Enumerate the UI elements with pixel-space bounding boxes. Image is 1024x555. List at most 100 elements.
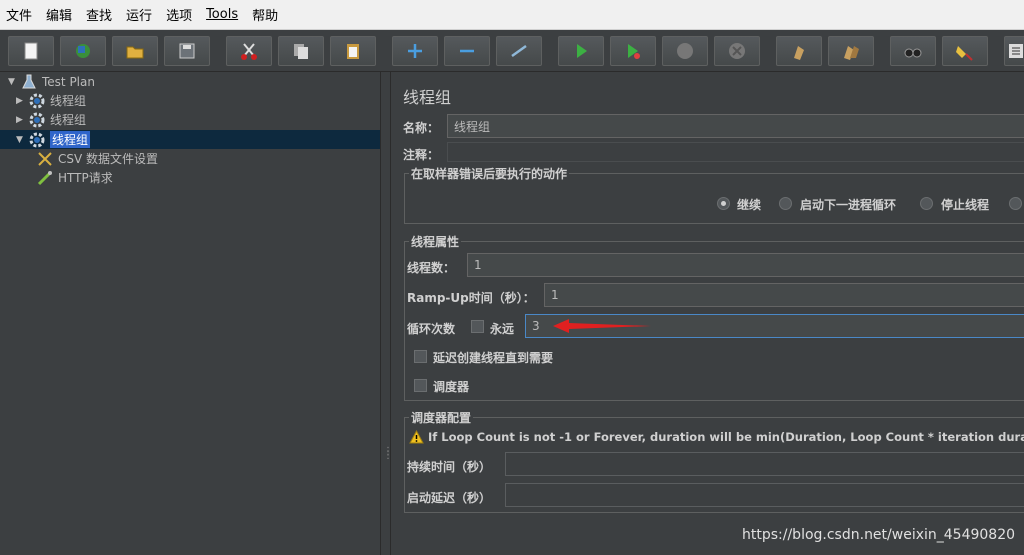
forever-checkbox[interactable]: [471, 320, 484, 333]
annotation-arrow-icon: [553, 319, 651, 333]
collapse-icon: [460, 49, 474, 53]
paste-button[interactable]: [330, 36, 376, 66]
warning-text: If Loop Count is not -1 or Forever, dura…: [428, 430, 1024, 444]
tree-node-csv-config[interactable]: CSV 数据文件设置: [36, 149, 158, 168]
menu-run[interactable]: 运行: [126, 5, 152, 24]
delay-thread-creation-label: 延迟创建线程直到需要: [433, 351, 554, 365]
collapse-arrow-icon[interactable]: ▼: [16, 135, 28, 145]
loop-count-label: 循环次数: [407, 322, 456, 336]
error-action-title: 在取样器错误后要执行的动作: [409, 165, 570, 182]
stop-thread-radio[interactable]: [920, 197, 933, 210]
templates-button[interactable]: [60, 36, 106, 66]
gear-icon: [29, 112, 45, 127]
menu-edit[interactable]: 编辑: [46, 5, 72, 24]
tree-label: CSV 数据文件设置: [58, 152, 159, 166]
stop-test-radio[interactable]: [1009, 197, 1022, 210]
search-button[interactable]: [890, 36, 936, 66]
tree-node-thread-group-selected[interactable]: ▼ 线程组: [16, 130, 91, 149]
warning-icon: [409, 430, 424, 444]
loop-duration-warning: If Loop Count is not -1 or Forever, dura…: [409, 430, 1024, 444]
function-helper-icon: [1009, 44, 1023, 58]
reset-search-icon: [956, 46, 973, 61]
cut-icon: [241, 43, 257, 60]
comment-label: 注释：: [403, 148, 440, 162]
pipette-icon: [37, 170, 52, 185]
delay-thread-creation-checkbox[interactable]: [414, 350, 427, 363]
templates-icon: [76, 44, 90, 58]
continue-radio[interactable]: [717, 197, 730, 210]
start-next-loop-label: 启动下一进程循环: [800, 198, 897, 212]
search-icon: [904, 48, 922, 58]
menu-search[interactable]: 查找: [86, 5, 112, 24]
new-icon: [24, 42, 38, 60]
name-label: 名称：: [403, 121, 440, 135]
startup-delay-input[interactable]: [505, 483, 1024, 507]
stop-thread-label: 停止线程: [941, 198, 990, 212]
tree-label: 线程组: [50, 113, 87, 127]
forever-label: 永远: [490, 322, 515, 336]
tree-node-http-request[interactable]: HTTP请求: [36, 168, 113, 187]
cut-button[interactable]: [226, 36, 272, 66]
test-plan-tree: ▼ Test Plan ▶ 线程组 ▶ 线程组 ▼ 线程组 CSV 数据文件设置…: [0, 72, 380, 555]
copy-icon: [294, 44, 308, 59]
collapse-button[interactable]: [444, 36, 490, 66]
tree-node-thread-group[interactable]: ▶ 线程组: [16, 91, 86, 110]
flask-icon: [22, 74, 36, 88]
duration-label: 持续时间（秒）: [407, 460, 492, 474]
menu-tools[interactable]: Tools: [206, 7, 238, 22]
tree-label: Test Plan: [42, 74, 95, 89]
rampup-label: Ramp-Up时间（秒）：: [407, 291, 535, 305]
menu-options[interactable]: 选项: [166, 5, 192, 24]
tools-icon: [38, 151, 52, 166]
open-icon: [126, 46, 144, 59]
gear-icon: [29, 93, 45, 108]
save-button[interactable]: [164, 36, 210, 66]
tree-node-test-plan[interactable]: ▼ Test Plan: [8, 72, 95, 91]
threads-label: 线程数：: [407, 261, 456, 275]
continue-label: 继续: [737, 198, 762, 212]
tree-label: HTTP请求: [58, 171, 113, 185]
open-button[interactable]: [112, 36, 158, 66]
clear-button[interactable]: [776, 36, 822, 66]
function-helper-button[interactable]: [1004, 36, 1024, 66]
stop-button[interactable]: [662, 36, 708, 66]
toggle-icon: [511, 44, 527, 58]
menu-help[interactable]: 帮助: [252, 5, 278, 24]
start-button[interactable]: [558, 36, 604, 66]
shutdown-button[interactable]: [714, 36, 760, 66]
start-next-loop-radio[interactable]: [779, 197, 792, 210]
comment-input[interactable]: [447, 142, 1024, 162]
menu-file[interactable]: 文件: [6, 5, 32, 24]
expand-arrow-icon[interactable]: ▶: [16, 96, 28, 106]
expand-button[interactable]: [392, 36, 438, 66]
toggle-button[interactable]: [496, 36, 542, 66]
watermark-text: https://blog.csdn.net/weixin_45490820: [742, 527, 1016, 543]
menu-bar: 文件 编辑 查找 运行 选项 Tools 帮助: [0, 0, 1024, 30]
name-input[interactable]: 线程组: [447, 114, 1024, 138]
duration-input[interactable]: [505, 452, 1024, 476]
error-action-group: 在取样器错误后要执行的动作 继续 启动下一进程循环 停止线程: [404, 165, 1024, 224]
expand-icon: [408, 44, 422, 58]
tree-label: 线程组: [50, 131, 91, 148]
stop-icon: [677, 43, 693, 59]
tree-label: 线程组: [50, 94, 87, 108]
split-pane-divider[interactable]: [380, 72, 391, 555]
new-button[interactable]: [8, 36, 54, 66]
scheduler-checkbox[interactable]: [414, 379, 427, 392]
clear-icon: [794, 46, 804, 60]
expand-arrow-icon[interactable]: ▼: [8, 77, 20, 87]
start-icon: [577, 44, 587, 58]
tree-node-thread-group[interactable]: ▶ 线程组: [16, 110, 86, 129]
save-icon: [179, 43, 195, 59]
expand-arrow-icon[interactable]: ▶: [16, 115, 28, 125]
scheduler-label: 调度器: [433, 380, 470, 394]
rampup-input[interactable]: 1: [544, 283, 1024, 307]
start-no-pause-button[interactable]: [610, 36, 656, 66]
gear-icon: [29, 132, 45, 147]
clear-all-button[interactable]: [828, 36, 874, 66]
copy-button[interactable]: [278, 36, 324, 66]
page-title: 线程组: [403, 88, 452, 107]
threads-input[interactable]: 1: [467, 253, 1024, 277]
clear-all-icon: [844, 46, 859, 60]
reset-search-button[interactable]: [942, 36, 988, 66]
